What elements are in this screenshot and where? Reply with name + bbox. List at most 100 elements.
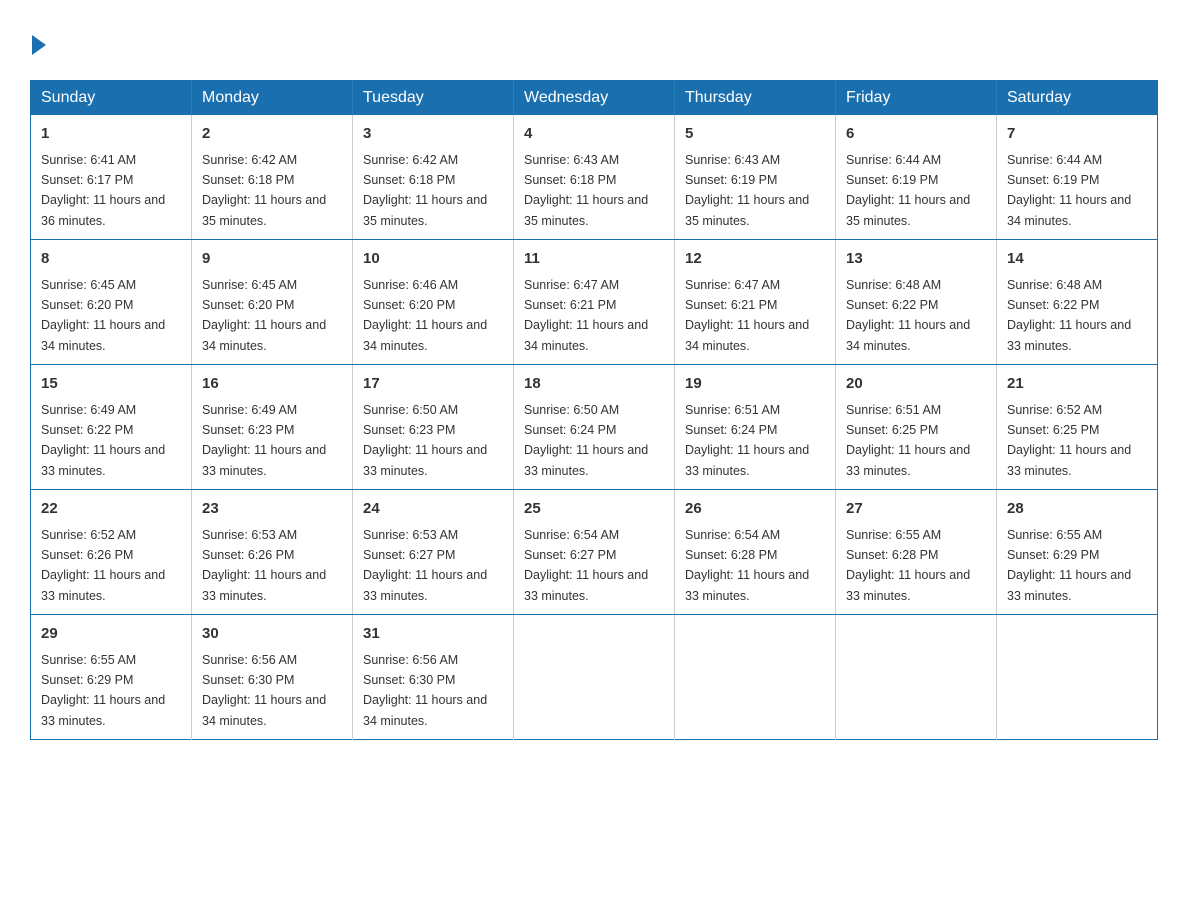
day-number: 26	[685, 498, 825, 521]
day-info: Sunrise: 6:42 AMSunset: 6:18 PMDaylight:…	[363, 153, 487, 228]
day-info: Sunrise: 6:48 AMSunset: 6:22 PMDaylight:…	[1007, 278, 1131, 353]
calendar-day-cell: 3 Sunrise: 6:42 AMSunset: 6:18 PMDayligh…	[353, 115, 514, 240]
calendar-header-wednesday: Wednesday	[514, 81, 675, 116]
calendar-day-cell: 11 Sunrise: 6:47 AMSunset: 6:21 PMDaylig…	[514, 240, 675, 365]
day-number: 28	[1007, 498, 1147, 521]
day-info: Sunrise: 6:45 AMSunset: 6:20 PMDaylight:…	[202, 278, 326, 353]
day-info: Sunrise: 6:43 AMSunset: 6:18 PMDaylight:…	[524, 153, 648, 228]
day-number: 10	[363, 248, 503, 271]
day-number: 1	[41, 123, 181, 146]
calendar-day-cell: 26 Sunrise: 6:54 AMSunset: 6:28 PMDaylig…	[675, 490, 836, 615]
day-number: 30	[202, 623, 342, 646]
calendar-header-friday: Friday	[836, 81, 997, 116]
day-info: Sunrise: 6:51 AMSunset: 6:25 PMDaylight:…	[846, 403, 970, 478]
calendar-day-cell: 25 Sunrise: 6:54 AMSunset: 6:27 PMDaylig…	[514, 490, 675, 615]
calendar-day-cell: 23 Sunrise: 6:53 AMSunset: 6:26 PMDaylig…	[192, 490, 353, 615]
day-number: 13	[846, 248, 986, 271]
calendar-day-cell: 15 Sunrise: 6:49 AMSunset: 6:22 PMDaylig…	[31, 365, 192, 490]
calendar-day-cell: 5 Sunrise: 6:43 AMSunset: 6:19 PMDayligh…	[675, 115, 836, 240]
day-number: 27	[846, 498, 986, 521]
day-info: Sunrise: 6:56 AMSunset: 6:30 PMDaylight:…	[202, 653, 326, 728]
day-info: Sunrise: 6:49 AMSunset: 6:22 PMDaylight:…	[41, 403, 165, 478]
calendar-week-row: 29 Sunrise: 6:55 AMSunset: 6:29 PMDaylig…	[31, 615, 1158, 740]
day-info: Sunrise: 6:53 AMSunset: 6:26 PMDaylight:…	[202, 528, 326, 603]
calendar-day-cell: 10 Sunrise: 6:46 AMSunset: 6:20 PMDaylig…	[353, 240, 514, 365]
day-info: Sunrise: 6:55 AMSunset: 6:29 PMDaylight:…	[41, 653, 165, 728]
day-info: Sunrise: 6:42 AMSunset: 6:18 PMDaylight:…	[202, 153, 326, 228]
day-info: Sunrise: 6:48 AMSunset: 6:22 PMDaylight:…	[846, 278, 970, 353]
calendar-day-cell: 18 Sunrise: 6:50 AMSunset: 6:24 PMDaylig…	[514, 365, 675, 490]
day-info: Sunrise: 6:54 AMSunset: 6:27 PMDaylight:…	[524, 528, 648, 603]
day-number: 24	[363, 498, 503, 521]
calendar-header-tuesday: Tuesday	[353, 81, 514, 116]
day-info: Sunrise: 6:55 AMSunset: 6:29 PMDaylight:…	[1007, 528, 1131, 603]
calendar-week-row: 15 Sunrise: 6:49 AMSunset: 6:22 PMDaylig…	[31, 365, 1158, 490]
calendar-week-row: 8 Sunrise: 6:45 AMSunset: 6:20 PMDayligh…	[31, 240, 1158, 365]
calendar-day-cell: 2 Sunrise: 6:42 AMSunset: 6:18 PMDayligh…	[192, 115, 353, 240]
day-info: Sunrise: 6:41 AMSunset: 6:17 PMDaylight:…	[41, 153, 165, 228]
day-info: Sunrise: 6:44 AMSunset: 6:19 PMDaylight:…	[1007, 153, 1131, 228]
calendar-day-cell: 19 Sunrise: 6:51 AMSunset: 6:24 PMDaylig…	[675, 365, 836, 490]
day-number: 25	[524, 498, 664, 521]
calendar-day-cell: 12 Sunrise: 6:47 AMSunset: 6:21 PMDaylig…	[675, 240, 836, 365]
day-number: 4	[524, 123, 664, 146]
day-info: Sunrise: 6:49 AMSunset: 6:23 PMDaylight:…	[202, 403, 326, 478]
day-number: 11	[524, 248, 664, 271]
calendar-day-cell: 24 Sunrise: 6:53 AMSunset: 6:27 PMDaylig…	[353, 490, 514, 615]
calendar-day-cell: 7 Sunrise: 6:44 AMSunset: 6:19 PMDayligh…	[997, 115, 1158, 240]
day-number: 31	[363, 623, 503, 646]
day-info: Sunrise: 6:53 AMSunset: 6:27 PMDaylight:…	[363, 528, 487, 603]
calendar-header-thursday: Thursday	[675, 81, 836, 116]
calendar-day-cell: 31 Sunrise: 6:56 AMSunset: 6:30 PMDaylig…	[353, 615, 514, 740]
page-header	[30, 20, 1158, 60]
logo-arrow-icon	[32, 35, 46, 55]
calendar-day-cell: 30 Sunrise: 6:56 AMSunset: 6:30 PMDaylig…	[192, 615, 353, 740]
day-info: Sunrise: 6:47 AMSunset: 6:21 PMDaylight:…	[685, 278, 809, 353]
day-number: 23	[202, 498, 342, 521]
day-number: 16	[202, 373, 342, 396]
day-info: Sunrise: 6:50 AMSunset: 6:24 PMDaylight:…	[524, 403, 648, 478]
calendar-day-cell: 20 Sunrise: 6:51 AMSunset: 6:25 PMDaylig…	[836, 365, 997, 490]
calendar-header-monday: Monday	[192, 81, 353, 116]
day-number: 14	[1007, 248, 1147, 271]
day-number: 19	[685, 373, 825, 396]
day-info: Sunrise: 6:55 AMSunset: 6:28 PMDaylight:…	[846, 528, 970, 603]
calendar-day-cell: 13 Sunrise: 6:48 AMSunset: 6:22 PMDaylig…	[836, 240, 997, 365]
day-info: Sunrise: 6:44 AMSunset: 6:19 PMDaylight:…	[846, 153, 970, 228]
calendar-day-cell: 21 Sunrise: 6:52 AMSunset: 6:25 PMDaylig…	[997, 365, 1158, 490]
calendar-week-row: 1 Sunrise: 6:41 AMSunset: 6:17 PMDayligh…	[31, 115, 1158, 240]
day-number: 3	[363, 123, 503, 146]
day-info: Sunrise: 6:47 AMSunset: 6:21 PMDaylight:…	[524, 278, 648, 353]
calendar-header-saturday: Saturday	[997, 81, 1158, 116]
calendar-table: SundayMondayTuesdayWednesdayThursdayFrid…	[30, 80, 1158, 740]
calendar-day-cell: 9 Sunrise: 6:45 AMSunset: 6:20 PMDayligh…	[192, 240, 353, 365]
calendar-day-cell: 8 Sunrise: 6:45 AMSunset: 6:20 PMDayligh…	[31, 240, 192, 365]
day-info: Sunrise: 6:52 AMSunset: 6:25 PMDaylight:…	[1007, 403, 1131, 478]
day-number: 2	[202, 123, 342, 146]
calendar-day-cell	[836, 615, 997, 740]
day-info: Sunrise: 6:54 AMSunset: 6:28 PMDaylight:…	[685, 528, 809, 603]
calendar-day-cell: 22 Sunrise: 6:52 AMSunset: 6:26 PMDaylig…	[31, 490, 192, 615]
calendar-day-cell: 14 Sunrise: 6:48 AMSunset: 6:22 PMDaylig…	[997, 240, 1158, 365]
day-number: 21	[1007, 373, 1147, 396]
calendar-day-cell: 28 Sunrise: 6:55 AMSunset: 6:29 PMDaylig…	[997, 490, 1158, 615]
day-number: 12	[685, 248, 825, 271]
day-number: 29	[41, 623, 181, 646]
calendar-day-cell	[997, 615, 1158, 740]
day-number: 18	[524, 373, 664, 396]
calendar-week-row: 22 Sunrise: 6:52 AMSunset: 6:26 PMDaylig…	[31, 490, 1158, 615]
day-info: Sunrise: 6:45 AMSunset: 6:20 PMDaylight:…	[41, 278, 165, 353]
calendar-day-cell: 29 Sunrise: 6:55 AMSunset: 6:29 PMDaylig…	[31, 615, 192, 740]
day-info: Sunrise: 6:43 AMSunset: 6:19 PMDaylight:…	[685, 153, 809, 228]
calendar-day-cell: 17 Sunrise: 6:50 AMSunset: 6:23 PMDaylig…	[353, 365, 514, 490]
calendar-day-cell: 4 Sunrise: 6:43 AMSunset: 6:18 PMDayligh…	[514, 115, 675, 240]
day-info: Sunrise: 6:52 AMSunset: 6:26 PMDaylight:…	[41, 528, 165, 603]
day-info: Sunrise: 6:56 AMSunset: 6:30 PMDaylight:…	[363, 653, 487, 728]
day-number: 8	[41, 248, 181, 271]
day-number: 7	[1007, 123, 1147, 146]
calendar-day-cell: 27 Sunrise: 6:55 AMSunset: 6:28 PMDaylig…	[836, 490, 997, 615]
day-info: Sunrise: 6:51 AMSunset: 6:24 PMDaylight:…	[685, 403, 809, 478]
calendar-day-cell	[675, 615, 836, 740]
day-number: 6	[846, 123, 986, 146]
calendar-day-cell: 16 Sunrise: 6:49 AMSunset: 6:23 PMDaylig…	[192, 365, 353, 490]
